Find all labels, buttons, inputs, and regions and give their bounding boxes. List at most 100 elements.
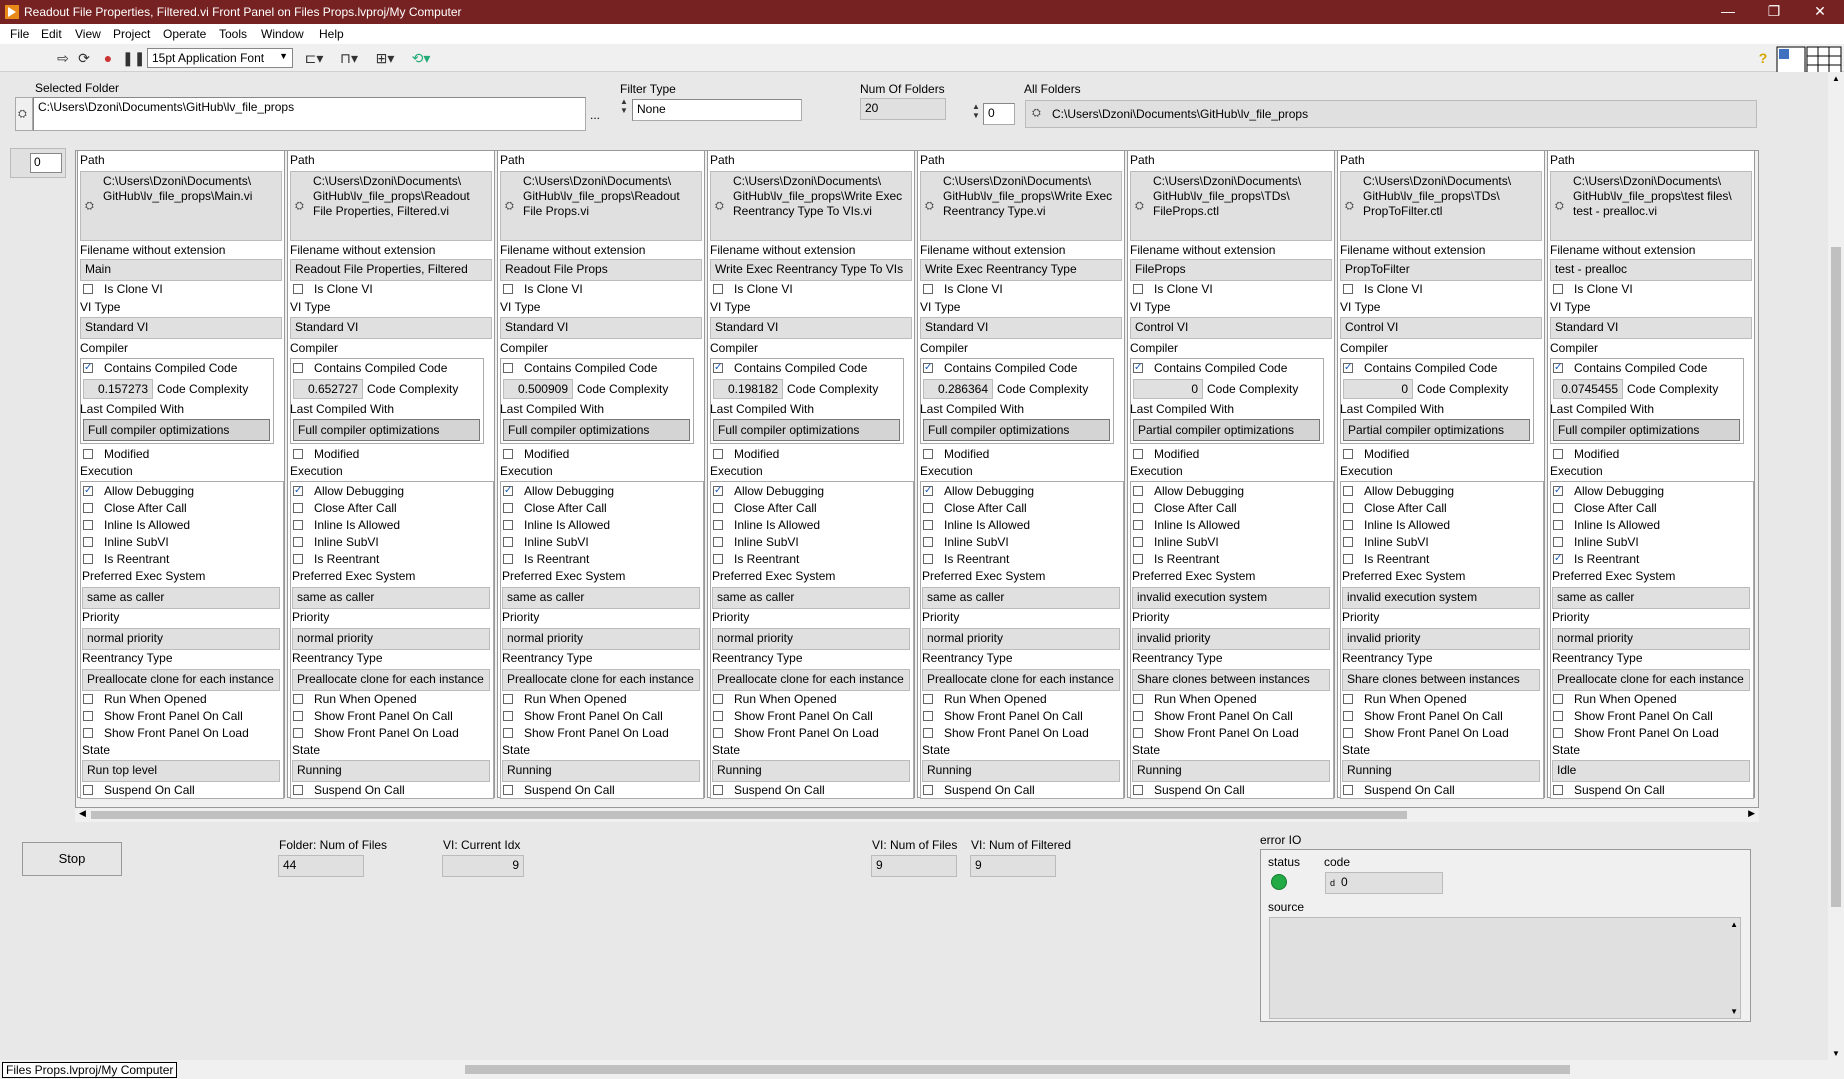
show-fp-on-call-checkbox[interactable] [1133, 711, 1143, 721]
contains-compiled-checkbox[interactable] [293, 363, 303, 373]
close-after-call-checkbox[interactable] [293, 503, 303, 513]
show-fp-on-load-checkbox[interactable] [923, 728, 933, 738]
inline-subvi-checkbox[interactable] [1343, 537, 1353, 547]
abort-icon[interactable]: ● [100, 50, 116, 66]
close-after-call-checkbox[interactable] [923, 503, 933, 513]
suspend-on-call-checkbox[interactable] [1133, 785, 1143, 795]
run-when-opened-checkbox[interactable] [293, 694, 303, 704]
contains-compiled-checkbox[interactable]: ✓ [1343, 363, 1353, 373]
window-vscroll-thumb[interactable] [1831, 247, 1841, 907]
close-after-call-checkbox[interactable] [1343, 503, 1353, 513]
is-reentrant-checkbox[interactable] [1343, 554, 1353, 564]
is-clone-checkbox[interactable] [83, 284, 93, 294]
align-icon[interactable]: ⊏▾ [302, 50, 326, 66]
array-horizontal-scrollbar[interactable]: ◀ ▶ [75, 808, 1759, 822]
inline-subvi-checkbox[interactable] [713, 537, 723, 547]
modified-checkbox[interactable] [1553, 449, 1563, 459]
is-reentrant-checkbox[interactable]: ✓ [1553, 554, 1563, 564]
contains-compiled-checkbox[interactable]: ✓ [923, 363, 933, 373]
modified-checkbox[interactable] [923, 449, 933, 459]
run-when-opened-checkbox[interactable] [1343, 694, 1353, 704]
is-reentrant-checkbox[interactable] [713, 554, 723, 564]
array-index-input[interactable]: 0 [30, 153, 62, 173]
show-fp-on-load-checkbox[interactable] [293, 728, 303, 738]
is-clone-checkbox[interactable] [503, 284, 513, 294]
window-vertical-scrollbar[interactable]: ▲ ▼ [1828, 72, 1844, 1060]
inline-allowed-checkbox[interactable] [83, 520, 93, 530]
show-fp-on-load-checkbox[interactable] [1133, 728, 1143, 738]
show-fp-on-call-checkbox[interactable] [713, 711, 723, 721]
run-continuously-icon[interactable]: ⟳ [76, 50, 92, 66]
inline-subvi-checkbox[interactable] [83, 537, 93, 547]
is-clone-checkbox[interactable] [923, 284, 933, 294]
is-clone-checkbox[interactable] [1343, 284, 1353, 294]
inline-subvi-checkbox[interactable] [923, 537, 933, 547]
inline-subvi-checkbox[interactable] [1133, 537, 1143, 547]
run-when-opened-checkbox[interactable] [713, 694, 723, 704]
close-button[interactable]: ✕ [1797, 0, 1843, 24]
modified-checkbox[interactable] [293, 449, 303, 459]
contains-compiled-checkbox[interactable]: ✓ [1133, 363, 1143, 373]
suspend-on-call-checkbox[interactable] [713, 785, 723, 795]
suspend-on-call-checkbox[interactable] [503, 785, 513, 795]
allow-debugging-checkbox[interactable]: ✓ [503, 486, 513, 496]
inline-allowed-checkbox[interactable] [503, 520, 513, 530]
allow-debugging-checkbox[interactable]: ✓ [83, 486, 93, 496]
inline-allowed-checkbox[interactable] [1553, 520, 1563, 530]
window-hscroll-thumb[interactable] [465, 1065, 1570, 1074]
path-browse-icon[interactable]: ⛭ [15, 97, 33, 131]
suspend-on-call-checkbox[interactable] [83, 785, 93, 795]
run-when-opened-checkbox[interactable] [1553, 694, 1563, 704]
modified-checkbox[interactable] [83, 449, 93, 459]
minimize-button[interactable]: — [1705, 0, 1751, 24]
allow-debugging-checkbox[interactable]: ✓ [1553, 486, 1563, 496]
menu-view[interactable]: View [75, 27, 101, 41]
inline-allowed-checkbox[interactable] [923, 520, 933, 530]
close-after-call-checkbox[interactable] [1553, 503, 1563, 513]
run-when-opened-checkbox[interactable] [923, 694, 933, 704]
menu-help[interactable]: Help [319, 27, 344, 41]
stop-button[interactable]: Stop [22, 842, 122, 876]
show-fp-on-load-checkbox[interactable] [1343, 728, 1353, 738]
is-reentrant-checkbox[interactable] [1133, 554, 1143, 564]
close-after-call-checkbox[interactable] [1133, 503, 1143, 513]
show-fp-on-load-checkbox[interactable] [713, 728, 723, 738]
scroll-down-icon[interactable]: ▼ [1730, 1007, 1738, 1016]
allow-debugging-checkbox[interactable]: ✓ [923, 486, 933, 496]
all-folders-index[interactable]: 0 [983, 103, 1015, 125]
resize-icon[interactable]: ⊞▾ [373, 50, 397, 66]
inline-allowed-checkbox[interactable] [1343, 520, 1353, 530]
is-clone-checkbox[interactable] [713, 284, 723, 294]
contains-compiled-checkbox[interactable] [503, 363, 513, 373]
array-scroll-thumb[interactable] [91, 811, 1407, 819]
run-when-opened-checkbox[interactable] [1133, 694, 1143, 704]
contains-compiled-checkbox[interactable]: ✓ [1553, 363, 1563, 373]
show-fp-on-call-checkbox[interactable] [503, 711, 513, 721]
scroll-up-icon[interactable]: ▲ [1730, 920, 1738, 929]
reorder-icon[interactable]: ⟲▾ [409, 50, 433, 66]
is-reentrant-checkbox[interactable] [83, 554, 93, 564]
is-clone-checkbox[interactable] [293, 284, 303, 294]
close-after-call-checkbox[interactable] [83, 503, 93, 513]
inline-allowed-checkbox[interactable] [293, 520, 303, 530]
menu-tools[interactable]: Tools [219, 27, 247, 41]
selected-folder-field[interactable]: C:\Users\Dzoni\Documents\GitHub\lv_file_… [33, 97, 586, 131]
run-when-opened-checkbox[interactable] [83, 694, 93, 704]
help-icon[interactable]: ? [1755, 50, 1771, 66]
font-select[interactable]: 15pt Application Font ▼ [147, 48, 293, 68]
distribute-icon[interactable]: ⊓▾ [337, 50, 361, 66]
browse-button[interactable]: ... [590, 108, 600, 122]
is-clone-checkbox[interactable] [1553, 284, 1563, 294]
menu-window[interactable]: Window [261, 27, 304, 41]
show-fp-on-call-checkbox[interactable] [1343, 711, 1353, 721]
pause-icon[interactable]: ❚❚ [122, 50, 145, 66]
restore-button[interactable]: ❐ [1751, 0, 1797, 24]
inline-allowed-checkbox[interactable] [1133, 520, 1143, 530]
show-fp-on-call-checkbox[interactable] [1553, 711, 1563, 721]
close-after-call-checkbox[interactable] [503, 503, 513, 513]
modified-checkbox[interactable] [713, 449, 723, 459]
is-reentrant-checkbox[interactable] [293, 554, 303, 564]
contains-compiled-checkbox[interactable]: ✓ [713, 363, 723, 373]
suspend-on-call-checkbox[interactable] [293, 785, 303, 795]
modified-checkbox[interactable] [1343, 449, 1353, 459]
